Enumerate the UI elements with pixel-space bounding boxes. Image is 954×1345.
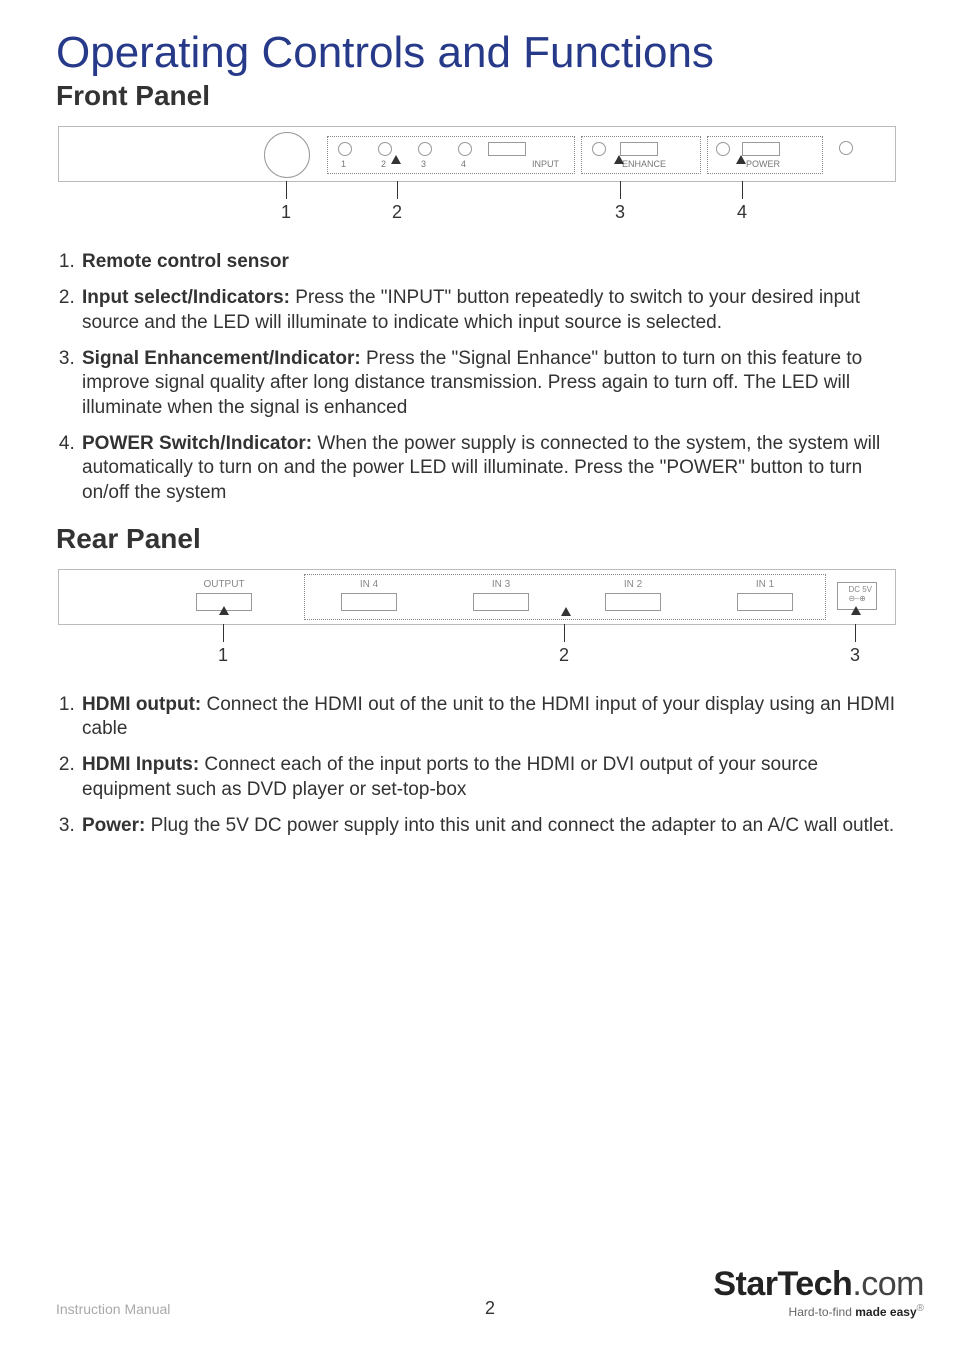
enhance-button-label: ENHANCE [622,159,666,169]
tagline-pre: Hard-to-find [789,1305,856,1319]
list-item: Power: Plug the 5V DC power supply into … [80,814,898,838]
led-3-icon [418,142,432,156]
power-button-label: POWER [746,159,780,169]
item-lead: Power: [82,815,145,836]
list-item: HDMI output: Connect the HDMI out of the… [80,693,898,742]
polarity-icon: ⊖⎯⊕ [848,594,865,603]
brand-suffix: .com [852,1265,924,1303]
led-1-icon [338,142,352,156]
list-item: Input select/Indicators: Press the "INPU… [80,286,898,335]
front-callout-2: 2 [392,202,402,223]
inputs-group: IN 4 IN 3 IN 2 IN 1 [304,574,826,620]
front-callout-1: 1 [281,202,291,223]
led-3-label: 3 [421,159,426,169]
in2-label: IN 2 [624,579,642,590]
rear-callout-1: 1 [218,645,228,666]
led-4-label: 4 [461,159,466,169]
callout-arrow-icon [561,607,571,616]
led-2-label: 2 [381,159,386,169]
list-item: Remote control sensor [80,250,898,274]
rear-callout-2: 2 [559,645,569,666]
callout-arrow-icon [614,155,624,164]
callout-arrow-icon [736,155,746,164]
hdmi-in3-port-icon [473,593,529,611]
callout-arrow-icon [851,606,861,615]
section-heading-rear: Rear Panel [56,523,898,555]
item-body: Connect the HDMI out of the unit to the … [82,694,895,739]
rear-callout-3: 3 [850,645,860,666]
ir-sensor-icon [264,132,310,178]
page-title: Operating Controls and Functions [56,28,898,78]
hdmi-in4-port-icon [341,593,397,611]
enhance-led-icon [592,142,606,156]
led-2-icon [378,142,392,156]
brand-logo: StarTech.com Hard-to-find made easy® [713,1267,924,1319]
hdmi-in2-port-icon [605,593,661,611]
front-panel-diagram: 1 2 3 4 INPUT ENHANCE POWER 1 2 3 4 [58,126,896,228]
power-group: POWER [707,136,823,174]
extra-led-icon [839,141,853,155]
hdmi-in1-port-icon [737,593,793,611]
front-callout-4: 4 [737,202,747,223]
front-callout-3: 3 [615,202,625,223]
item-lead: HDMI output: [82,694,201,715]
callout-arrow-icon [219,606,229,615]
enhance-button-icon [620,142,658,156]
list-item: Signal Enhancement/Indicator: Press the … [80,347,898,420]
front-panel-list: Remote control sensor Input select/Indic… [56,250,898,505]
section-heading-front: Front Panel [56,80,898,112]
item-lead: Input select/Indicators: [82,287,290,308]
brand-main: StarTech [713,1265,852,1303]
rear-panel-diagram: OUTPUT IN 4 IN 3 IN 2 IN 1 DC 5V ⊖⎯⊕ 1 2 [58,569,896,671]
list-item: HDMI Inputs: Connect each of the input p… [80,753,898,802]
callout-arrow-icon [391,155,401,164]
page-number: 2 [485,1298,495,1319]
power-led-icon [716,142,730,156]
rear-panel-list: HDMI output: Connect the HDMI out of the… [56,693,898,839]
dc-label: DC 5V [848,585,872,594]
enhance-group: ENHANCE [581,136,701,174]
item-lead: HDMI Inputs: [82,754,199,775]
page-footer: Instruction Manual 2 StarTech.com Hard-t… [56,1247,924,1319]
item-lead: POWER Switch/Indicator: [82,433,312,454]
led-4-icon [458,142,472,156]
led-1-label: 1 [341,159,346,169]
instruction-manual-label: Instruction Manual [56,1301,170,1317]
input-button-label: INPUT [532,159,559,169]
list-item: POWER Switch/Indicator: When the power s… [80,432,898,505]
output-label: OUTPUT [203,579,244,590]
in3-label: IN 3 [492,579,510,590]
in4-label: IN 4 [360,579,378,590]
item-lead: Remote control sensor [82,251,289,272]
input-group: 1 2 3 4 INPUT [327,136,575,174]
item-lead: Signal Enhancement/Indicator: [82,348,361,369]
power-button-icon [742,142,780,156]
input-button-icon [488,142,526,156]
in1-label: IN 1 [756,579,774,590]
tagline-bold: made easy [855,1305,916,1319]
registered-icon: ® [917,1303,924,1314]
item-body: Plug the 5V DC power supply into this un… [145,815,894,836]
